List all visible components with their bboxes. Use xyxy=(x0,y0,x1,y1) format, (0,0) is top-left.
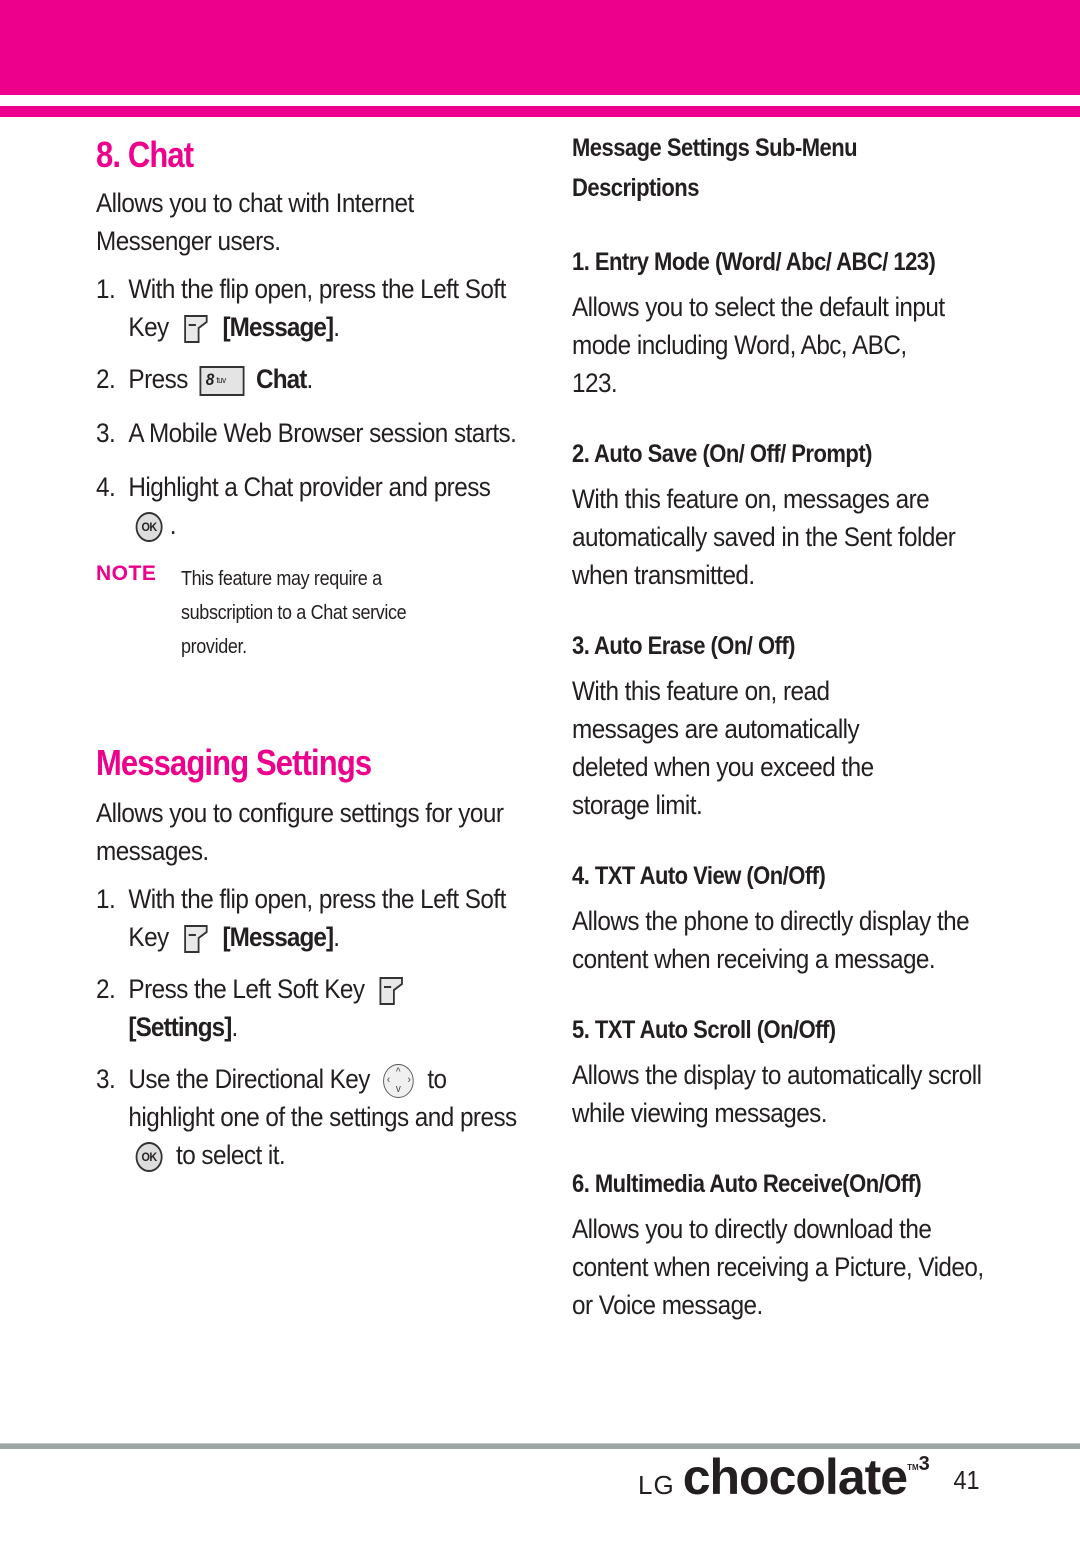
page-number: 41 xyxy=(953,1465,980,1495)
left-soft-key-icon xyxy=(182,314,209,344)
brand-lg: LG xyxy=(638,1470,675,1500)
note-label: NOTE xyxy=(96,562,157,585)
settings-step-2: 2. Press the Left Soft Key [Settings]. xyxy=(96,970,519,1046)
right-column: Message Settings Sub-Menu Descriptions 1… xyxy=(572,128,992,1324)
chat-note: NOTE This feature may require a subscrip… xyxy=(96,562,516,664)
chat-intro: Allows you to chat with Internet Messeng… xyxy=(96,188,414,256)
messaging-settings-intro: Allows you to configure settings for you… xyxy=(96,798,504,866)
submenu-item-5-title: 5. TXT Auto Scroll (On/Off) xyxy=(572,1016,836,1044)
key-8-tuv-icon: 8 tuv xyxy=(199,365,245,396)
chat-step-4: 4. Highlight a Chat provider and press O… xyxy=(96,472,491,542)
submenu-item-4-title: 4. TXT Auto View (On/Off) xyxy=(572,862,826,890)
chat-step-3: 3. A Mobile Web Browser session starts. xyxy=(96,418,517,448)
chat-step-2: 2. Press 8 tuv Chat. xyxy=(96,364,313,396)
settings-step-3: 3. Use the Directional Key ^ v ‹ › to highl… xyxy=(96,1063,517,1172)
messaging-settings-title: Messaging Settings xyxy=(96,742,372,783)
header-band xyxy=(0,0,1080,95)
left-soft-key-icon xyxy=(378,976,405,1006)
submenu-item-3-desc: With this feature on, read messages are … xyxy=(572,676,874,820)
ok-key-icon: OK xyxy=(135,1141,163,1172)
submenu-item-2-title: 2. Auto Save (On/ Off/ Prompt) xyxy=(572,440,872,468)
brand-logo: LG chocolate TM3 xyxy=(638,1452,930,1502)
chat-title: 8. Chat xyxy=(96,134,194,175)
submenu-item-3-title: 3. Auto Erase (On/ Off) xyxy=(572,632,795,660)
submenu-item-6-title: 6. Multimedia Auto Receive(On/Off) xyxy=(572,1170,922,1198)
submenu-heading: Message Settings Sub-Menu Descriptions xyxy=(572,134,858,202)
brand-version: TM3 xyxy=(907,1453,930,1475)
directional-key-icon: ^ v ‹ › xyxy=(383,1063,414,1098)
submenu-item-2-desc: With this feature on, messages are autom… xyxy=(572,484,956,590)
note-text: This feature may require a subscription … xyxy=(181,568,407,658)
ok-key-icon: OK xyxy=(135,511,163,542)
submenu-item-1-desc: Allows you to select the default input m… xyxy=(572,292,945,398)
submenu-item-5-desc: Allows the display to automatically scro… xyxy=(572,1060,982,1128)
footer-rule xyxy=(0,1443,1080,1449)
submenu-item-1-title: 1. Entry Mode (Word/ Abc/ ABC/ 123) xyxy=(572,248,936,276)
header-stripe xyxy=(0,106,1080,117)
settings-step-1: 1. With the flip open, press the Left So… xyxy=(96,884,506,954)
submenu-item-6-desc: Allows you to directly download the cont… xyxy=(572,1214,984,1320)
brand-name: chocolate xyxy=(682,1449,908,1505)
chat-step-1: 1. With the flip open, press the Left So… xyxy=(96,274,506,344)
submenu-item-4-desc: Allows the phone to directly display the… xyxy=(572,906,970,974)
left-column: 8. Chat Allows you to chat with Internet… xyxy=(96,128,519,1174)
left-soft-key-icon xyxy=(182,924,209,954)
